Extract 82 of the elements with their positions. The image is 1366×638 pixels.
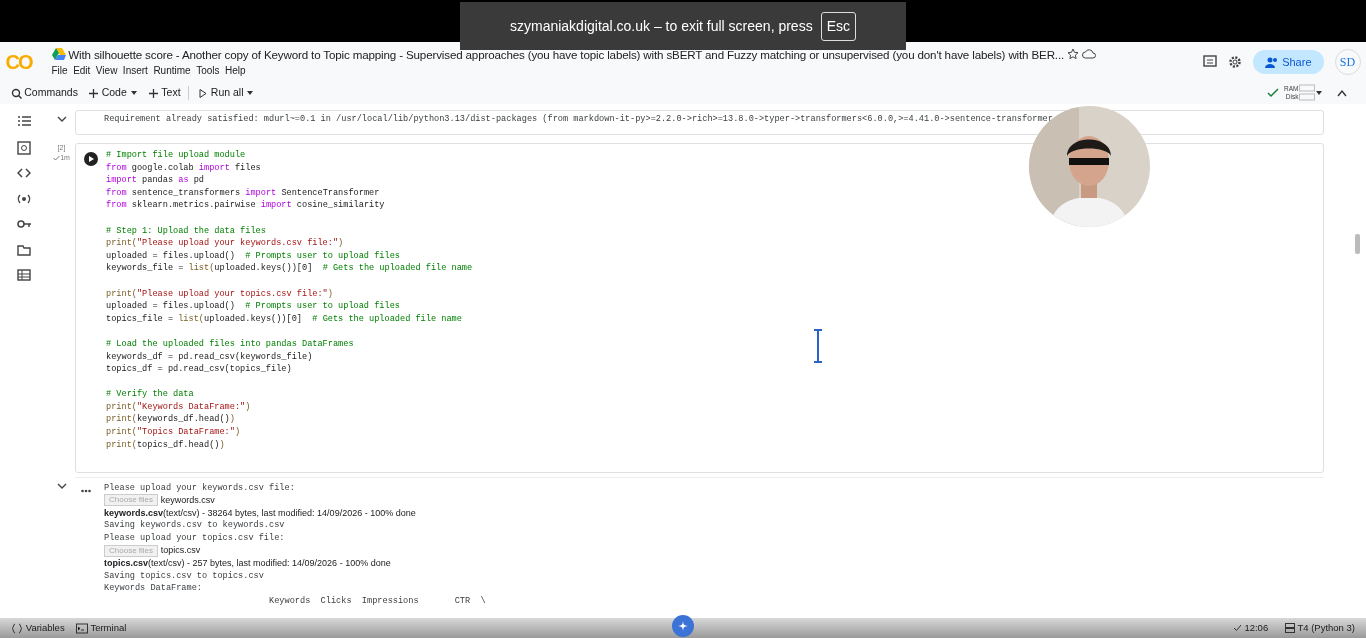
code-line: print("Topics DataFrame:") xyxy=(106,426,242,439)
play-icon xyxy=(197,87,209,99)
table-icon[interactable] xyxy=(17,268,31,282)
find-icon[interactable] xyxy=(17,140,31,155)
drive-icon xyxy=(51,48,66,61)
people-icon xyxy=(1265,56,1280,68)
menu-item[interactable]: File xyxy=(51,63,68,79)
code-line: uploaded = files.upload() # Prompts user to upload files xyxy=(106,249,401,263)
menu-item[interactable]: Edit xyxy=(73,63,91,79)
output-line: Please upload your topics.csv file: xyxy=(104,531,286,545)
caret-icon[interactable] xyxy=(1314,90,1323,96)
more-icon[interactable] xyxy=(81,488,91,493)
code-line: topics_file = list(uploaded.keys())[0] # Gets the uploaded file name xyxy=(106,312,463,326)
star-icon[interactable] xyxy=(1066,48,1079,61)
code-line: print("Please upload your topics.csv file:") xyxy=(106,287,334,301)
notebook-title[interactable]: With silhouette score - Another copy of Keyword to Topic mapping - Supervised approaches (you have topic labels) with sBERT and Fuzzy matching or unsupervised (you don't have labels) with BER... xyxy=(68,45,1065,64)
check-icon xyxy=(1266,88,1279,98)
run-all-button[interactable]: Run all xyxy=(192,85,260,101)
text-cursor-icon xyxy=(813,329,823,363)
collapse-toggle-icon[interactable] xyxy=(56,115,67,123)
scrollbar-thumb[interactable] xyxy=(1354,234,1360,254)
folder-icon[interactable] xyxy=(17,242,31,257)
code-line: uploaded = files.upload() # Prompts user to upload files xyxy=(106,300,401,313)
server-icon xyxy=(1284,623,1295,633)
code-line: print(topics_df.head()) xyxy=(106,438,226,452)
run-cell-icon[interactable] xyxy=(84,151,98,166)
braces-icon xyxy=(11,622,23,634)
search-icon xyxy=(10,87,22,99)
table-of-contents-icon[interactable] xyxy=(17,115,31,129)
add-button[interactable]: Code xyxy=(82,85,143,101)
assistant-button[interactable] xyxy=(672,615,694,637)
share-button[interactable]: Share xyxy=(1253,49,1324,75)
menu-item[interactable]: Help xyxy=(225,63,246,79)
code-line: print("Please upload your keywords.csv file:") xyxy=(106,237,345,250)
comment-icon[interactable] xyxy=(1203,55,1218,69)
check-icon xyxy=(1232,624,1242,632)
output-line: Saving keywords.csv to keywords.csv xyxy=(104,519,286,532)
terminal-icon xyxy=(75,622,88,634)
output-line: Saving topics.csv to topics.csv xyxy=(104,569,265,583)
file-status: topics.csv(text/csv) - 257 bytes, last modified: 14/09/2026 - 100% done xyxy=(104,557,392,570)
runtime-button[interactable]: T4 (Python 3) xyxy=(1284,620,1355,636)
code-line: from sklearn.metrics.pairwise import cosine_similarity xyxy=(106,199,386,212)
plus-icon xyxy=(147,87,159,99)
terminal-button[interactable]: Terminal xyxy=(75,620,127,636)
check-icon xyxy=(53,155,61,162)
code-line: from sentence_transformers import SentenceTransformer xyxy=(106,186,381,200)
code-line: from google.colab import files xyxy=(106,161,262,175)
menu-item[interactable]: View xyxy=(95,63,118,79)
code-line: keywords_df = pd.read_csv(keywords_file) xyxy=(106,350,314,364)
collapse-toggle-icon[interactable] xyxy=(56,482,67,490)
code-line: # Verify the data xyxy=(106,388,195,401)
sparkle-icon xyxy=(678,621,688,631)
variables-button[interactable]: Variables xyxy=(11,620,65,636)
menu-item[interactable]: Runtime xyxy=(153,63,191,79)
code-line: topics_df = pd.read_csv(topics_file) xyxy=(106,363,293,376)
code-line: keywords_file = list(uploaded.keys())[0] # Gets the uploaded file name xyxy=(106,262,473,275)
command-search-button[interactable]: Commands xyxy=(5,85,83,101)
file-status: keywords.csv(text/csv) - 38264 bytes, last modified: 14/09/2026 - 100% done xyxy=(104,506,417,520)
run-time: 12:06 xyxy=(1244,620,1269,635)
code-line: # Step 1: Upload the data files xyxy=(106,224,267,238)
collapse-icon[interactable] xyxy=(1336,89,1347,97)
code-line: print("Keywords DataFrame:") xyxy=(106,400,252,414)
add-button[interactable]: Text xyxy=(142,85,186,101)
output-line: Keywords DataFrame: xyxy=(104,582,203,595)
file-name: keywords.csv xyxy=(160,494,215,507)
menu-item[interactable]: Insert xyxy=(122,63,148,79)
code-line: import pandas as pd xyxy=(106,174,206,187)
key-hint: Esc xyxy=(820,11,856,41)
plus-icon xyxy=(87,87,99,99)
settings-icon[interactable] xyxy=(1228,55,1243,69)
output-line: Requirement already satisfied: mdurl~=0.1 in /usr/local/lib/python3.13/dist-packages (from markdown-it-py>=2.2.0->rich>=13.8.0->typer->transformers<6.0.0,>=4.41.0->sentence-transformer xyxy=(104,112,1054,126)
fullscreen-notice: szymaniakdigital.co.uk – to exit full screen, press xyxy=(509,16,813,36)
output-line: Please upload your keywords.csv file: xyxy=(104,481,296,495)
cloud-icon xyxy=(1081,48,1096,61)
output-line: Keywords Clicks Impressions CTR \ xyxy=(268,594,486,608)
menu-item[interactable]: Tools xyxy=(196,63,220,79)
code-line: print(keywords_df.head()) xyxy=(106,413,236,427)
code-line: # Import file upload module xyxy=(106,149,247,162)
code-line: # Load the uploaded files into pandas DataFrames xyxy=(106,337,355,351)
file-name: topics.csv xyxy=(160,544,201,558)
key-icon[interactable] xyxy=(17,217,31,231)
code-icon[interactable] xyxy=(17,166,31,180)
